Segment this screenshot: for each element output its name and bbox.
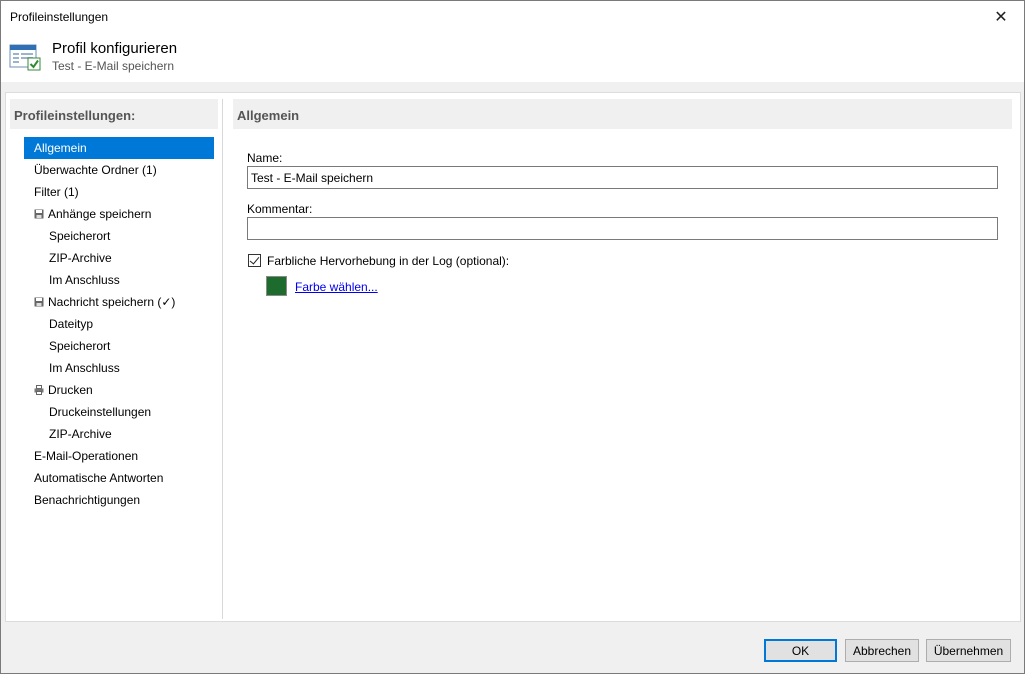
save-icon xyxy=(34,297,44,307)
nav-item-zip-archive-2[interactable]: ZIP-Archive xyxy=(24,423,214,445)
nav-item-im-anschluss-2[interactable]: Im Anschluss xyxy=(24,357,214,379)
cancel-button[interactable]: Abbrechen xyxy=(845,639,919,662)
comment-label: Kommentar: xyxy=(247,202,313,216)
nav-item-im-anschluss-1[interactable]: Im Anschluss xyxy=(24,269,214,291)
comment-field[interactable] xyxy=(247,217,998,240)
nav-item-nachricht-speichern[interactable]: Nachricht speichern (✓) xyxy=(24,291,214,313)
dialog-window: Profileinstellungen ✕ Profil konfigurier… xyxy=(0,0,1025,674)
title-bar: Profileinstellungen ✕ xyxy=(1,1,1024,32)
name-field[interactable]: Test - E-Mail speichern xyxy=(247,166,998,189)
content-panel: Allgemein Name: Test - E-Mail speichern … xyxy=(233,99,1012,619)
window-title: Profileinstellungen xyxy=(10,10,109,24)
sidebar: Profileinstellungen: Allgemein Überwacht… xyxy=(10,99,218,619)
nav-item-benachrichtigungen[interactable]: Benachrichtigungen xyxy=(24,489,214,511)
ok-button[interactable]: OK xyxy=(764,639,837,662)
dialog-header: Profil konfigurieren Test - E-Mail speic… xyxy=(1,32,1024,82)
profile-settings-icon xyxy=(9,44,41,71)
color-swatch[interactable] xyxy=(266,276,287,296)
nav-item-dateityp[interactable]: Dateityp xyxy=(24,313,214,335)
nav-item-speicherort-1[interactable]: Speicherort xyxy=(24,225,214,247)
close-icon: ✕ xyxy=(994,8,1008,26)
choose-color-link[interactable]: Farbe wählen... xyxy=(295,280,378,294)
highlight-checkbox-label[interactable]: Farbliche Hervorhebung in der Log (optio… xyxy=(267,254,509,268)
nav-item-druckeinstellungen[interactable]: Druckeinstellungen xyxy=(24,401,214,423)
sidebar-heading: Profileinstellungen: xyxy=(10,99,218,129)
nav-item-allgemein[interactable]: Allgemein xyxy=(24,137,214,159)
nav-item-anhaenge-speichern[interactable]: Anhänge speichern xyxy=(24,203,214,225)
name-label: Name: xyxy=(247,151,283,165)
close-button[interactable]: ✕ xyxy=(978,1,1024,32)
panel-splitter[interactable] xyxy=(222,99,223,619)
dialog-title: Profil konfigurieren xyxy=(52,40,178,57)
nav-item-speicherort-2[interactable]: Speicherort xyxy=(24,335,214,357)
nav-item-filter[interactable]: Filter (1) xyxy=(24,181,214,203)
settings-nav: Allgemein Überwachte Ordner (1) Filter (… xyxy=(24,137,214,511)
nav-item-ueberwachte-ordner[interactable]: Überwachte Ordner (1) xyxy=(24,159,214,181)
section-heading: Allgemein xyxy=(233,99,1012,129)
nav-item-drucken[interactable]: Drucken xyxy=(24,379,214,401)
apply-button[interactable]: Übernehmen xyxy=(926,639,1011,662)
save-icon xyxy=(34,209,44,219)
printer-icon xyxy=(34,385,44,395)
dialog-subtitle: Test - E-Mail speichern xyxy=(52,59,175,73)
nav-item-automatische-antworten[interactable]: Automatische Antworten xyxy=(24,467,214,489)
highlight-checkbox[interactable] xyxy=(248,254,261,267)
dialog-body: Profileinstellungen: Allgemein Überwacht… xyxy=(5,92,1021,622)
nav-item-email-operationen[interactable]: E-Mail-Operationen xyxy=(24,445,214,467)
nav-item-zip-archive-1[interactable]: ZIP-Archive xyxy=(24,247,214,269)
